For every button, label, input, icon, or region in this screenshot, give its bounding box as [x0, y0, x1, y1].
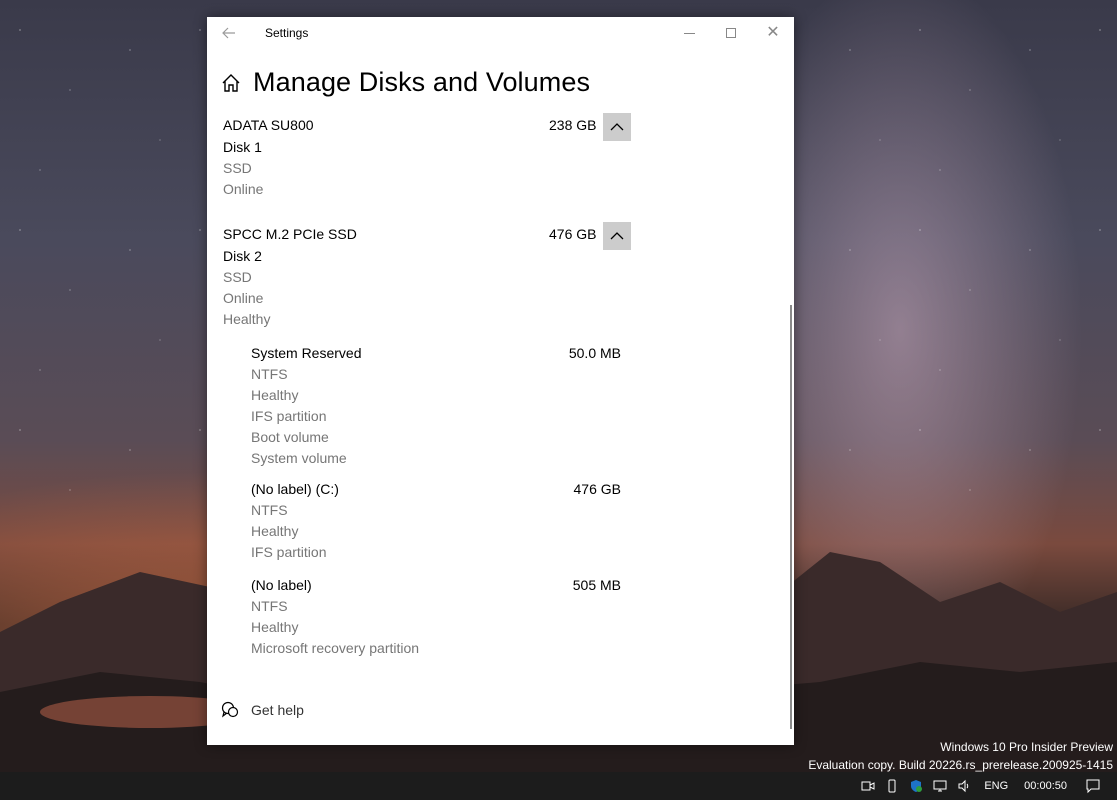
disk-type: SSD: [223, 269, 252, 285]
page-header: Manage Disks and Volumes: [221, 67, 590, 98]
maximize-icon: [726, 28, 736, 38]
volume-speaker-icon[interactable]: [956, 778, 972, 794]
volume-detail: NTFS: [251, 598, 288, 614]
system-clock[interactable]: 00:00:50: [1024, 780, 1067, 792]
network-icon[interactable]: [932, 778, 948, 794]
volume-detail: Healthy: [251, 619, 299, 635]
minimize-button[interactable]: [668, 17, 710, 49]
volume-detail: System volume: [251, 450, 347, 466]
volume-item[interactable]: System Reserved 50.0 MB NTFS Healthy IFS…: [251, 345, 621, 466]
volume-detail: Healthy: [251, 523, 299, 539]
get-help-link[interactable]: Get help: [221, 701, 304, 719]
scrollbar[interactable]: [790, 305, 792, 729]
watermark-line-1: Windows 10 Pro Insider Preview: [940, 740, 1113, 754]
action-center-icon[interactable]: [1085, 778, 1101, 794]
usb-device-icon[interactable]: [884, 778, 900, 794]
volume-detail: IFS partition: [251, 544, 327, 560]
volume-detail: IFS partition: [251, 408, 327, 424]
get-help-label: Get help: [251, 702, 304, 718]
settings-window: Settings ✕ Manage Disks and Volumes ADAT…: [207, 17, 794, 745]
volume-detail: Microsoft recovery partition: [251, 640, 420, 656]
disk-number: Disk 2: [223, 248, 262, 264]
disk-size: 476 GB: [549, 226, 597, 242]
disk-item: ADATA SU800 238 GB Disk 1 SSD Online: [223, 113, 633, 197]
back-button[interactable]: [217, 21, 241, 45]
title-bar: Settings ✕: [207, 17, 794, 49]
back-arrow-icon: [222, 27, 235, 39]
volume-item[interactable]: (No label) (C:) 476 GB NTFS Healthy IFS …: [251, 481, 621, 560]
collapse-button[interactable]: [603, 222, 631, 250]
chat-help-icon: [221, 701, 239, 718]
disk-item: SPCC M.2 PCIe SSD 476 GB Disk 2 SSD Onli…: [223, 222, 633, 327]
close-icon: ✕: [766, 24, 780, 41]
volume-name: (No label) (C:): [251, 481, 339, 497]
disk-size: 238 GB: [549, 117, 597, 133]
collapse-button[interactable]: [603, 113, 631, 141]
minimize-icon: [683, 32, 695, 34]
volume-detail: Boot volume: [251, 429, 329, 445]
volume-detail: NTFS: [251, 366, 288, 382]
volume-name: System Reserved: [251, 345, 362, 361]
volume-detail: Healthy: [251, 387, 299, 403]
evaluation-watermark: Windows 10 Pro Insider Preview Evaluatio…: [808, 738, 1113, 774]
maximize-button[interactable]: [710, 17, 752, 49]
disk-status: Online: [223, 290, 264, 306]
home-icon[interactable]: [221, 73, 241, 93]
volume-size: 50.0 MB: [568, 345, 621, 361]
volume-detail: NTFS: [251, 502, 288, 518]
security-shield-icon[interactable]: [908, 778, 924, 794]
page-title: Manage Disks and Volumes: [253, 67, 591, 97]
disk-health: Healthy: [223, 311, 271, 327]
disk-type: SSD: [223, 160, 252, 176]
chevron-up-icon: [610, 123, 624, 131]
window-title: Settings: [265, 26, 309, 40]
volume-size: 505 MB: [572, 577, 621, 593]
taskbar: ENG 00:00:50: [0, 772, 1117, 800]
disk-status: Online: [223, 181, 264, 197]
input-language[interactable]: ENG: [984, 780, 1008, 792]
volume-item[interactable]: (No label) 505 MB NTFS Healthy Microsoft…: [251, 577, 621, 656]
volume-size: 476 GB: [573, 481, 621, 497]
meet-now-icon[interactable]: [860, 778, 876, 794]
volume-name: (No label): [251, 577, 312, 593]
disk-number: Disk 1: [223, 139, 262, 155]
close-button[interactable]: ✕: [752, 17, 794, 49]
chevron-up-icon: [610, 232, 624, 240]
